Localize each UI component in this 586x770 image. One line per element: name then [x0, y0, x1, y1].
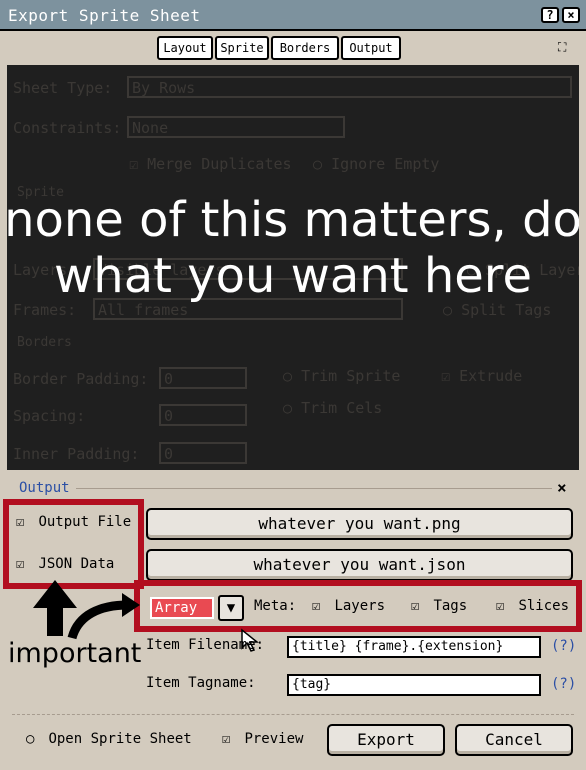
item-tagname-input[interactable]: {tag}: [287, 674, 541, 696]
meta-slices-label: Slices: [518, 598, 570, 614]
output-section-label: Output: [17, 480, 72, 496]
constraints-select[interactable]: None: [127, 116, 345, 138]
preview-label: Preview: [244, 731, 304, 747]
spacing-input[interactable]: 0: [159, 404, 247, 426]
help-button[interactable]: ?: [541, 7, 559, 23]
inner-padding-input[interactable]: 0: [159, 442, 247, 464]
output-file-checkbox[interactable]: ☑ Output File: [16, 514, 131, 530]
tab-sprite[interactable]: Sprite: [215, 36, 269, 60]
trim-cels-label: Trim Cels: [301, 399, 383, 417]
border-padding-value: 0: [164, 370, 174, 388]
output-divider: [76, 488, 552, 489]
window-title: Export Sprite Sheet: [8, 6, 201, 25]
tab-output[interactable]: Output: [341, 36, 401, 60]
merge-duplicates-label: Merge Duplicates: [147, 155, 292, 173]
item-filename-label: Item Filename:: [146, 637, 265, 653]
ignore-empty-checkbox[interactable]: ○ Ignore Empty: [313, 155, 439, 173]
json-data-button[interactable]: whatever you want.json: [146, 549, 573, 581]
constraints-value: None: [132, 119, 169, 137]
meta-layers-label: Layers: [334, 598, 386, 614]
collapse-output-icon[interactable]: ×: [557, 478, 567, 497]
border-padding-label: Border Padding:: [13, 370, 149, 388]
check-icon: ☑: [312, 598, 321, 614]
overlay-message: none of this matters, do what you want h…: [7, 192, 579, 304]
check-icon: ☑: [411, 598, 420, 614]
trim-sprite-checkbox[interactable]: ○ Trim Sprite: [283, 367, 400, 385]
item-tagname-help-link[interactable]: (?): [551, 676, 576, 692]
footer-divider: [12, 714, 574, 715]
border-padding-input[interactable]: 0: [159, 367, 247, 389]
trim-cels-checkbox[interactable]: ○ Trim Cels: [283, 399, 382, 417]
expand-icon[interactable]: ⛶: [558, 40, 566, 55]
inner-padding-label: Inner Padding:: [13, 445, 140, 463]
preview-checkbox[interactable]: ☑ Preview: [222, 731, 303, 747]
meta-slices-checkbox[interactable]: ☑ Slices: [496, 598, 569, 614]
tab-layout[interactable]: Layout: [157, 36, 213, 60]
check-icon: ☑: [222, 731, 231, 747]
dark-overlay: Sheet Type: By Rows Constraints: None ☑ …: [7, 65, 579, 470]
format-select[interactable]: Array: [150, 597, 214, 619]
check-icon: ☑: [496, 598, 505, 614]
sheet-type-label: Sheet Type:: [13, 79, 113, 97]
extrude-label: Extrude: [459, 367, 523, 385]
sheet-type-value: By Rows: [132, 79, 196, 97]
radio-icon: ○: [26, 731, 35, 747]
cancel-button[interactable]: Cancel: [455, 724, 573, 756]
meta-tags-label: Tags: [433, 598, 468, 614]
meta-label: Meta:: [254, 598, 297, 614]
sheet-type-select[interactable]: By Rows: [127, 76, 572, 98]
annotation-text: important: [8, 638, 142, 669]
spacing-value: 0: [164, 407, 174, 425]
constraints-label: Constraints:: [13, 119, 122, 137]
meta-tags-checkbox[interactable]: ☑ Tags: [411, 598, 467, 614]
item-filename-help-link[interactable]: (?): [551, 638, 576, 654]
export-button[interactable]: Export: [327, 724, 445, 756]
ignore-empty-label: Ignore Empty: [331, 155, 440, 173]
open-sprite-sheet-checkbox[interactable]: ○ Open Sprite Sheet: [26, 731, 192, 747]
trim-sprite-label: Trim Sprite: [301, 367, 401, 385]
item-filename-input[interactable]: {title} {frame}.{extension}: [287, 636, 541, 658]
borders-section-label: Borders: [17, 335, 72, 350]
close-button[interactable]: ×: [562, 7, 580, 23]
merge-duplicates-checkbox[interactable]: ☑ Merge Duplicates: [129, 155, 292, 173]
inner-padding-value: 0: [164, 445, 174, 463]
item-tagname-label: Item Tagname:: [146, 675, 256, 691]
spacing-label: Spacing:: [13, 407, 86, 425]
open-sprite-sheet-label: Open Sprite Sheet: [48, 731, 192, 747]
chevron-down-icon[interactable]: ▼: [218, 595, 244, 621]
tab-borders[interactable]: Borders: [271, 36, 339, 60]
output-file-label: Output File: [38, 514, 132, 530]
extrude-checkbox[interactable]: ☑ Extrude: [441, 367, 522, 385]
output-file-button[interactable]: whatever you want.png: [146, 508, 573, 540]
check-icon: ☑: [16, 514, 25, 530]
meta-layers-checkbox[interactable]: ☑ Layers: [312, 598, 385, 614]
